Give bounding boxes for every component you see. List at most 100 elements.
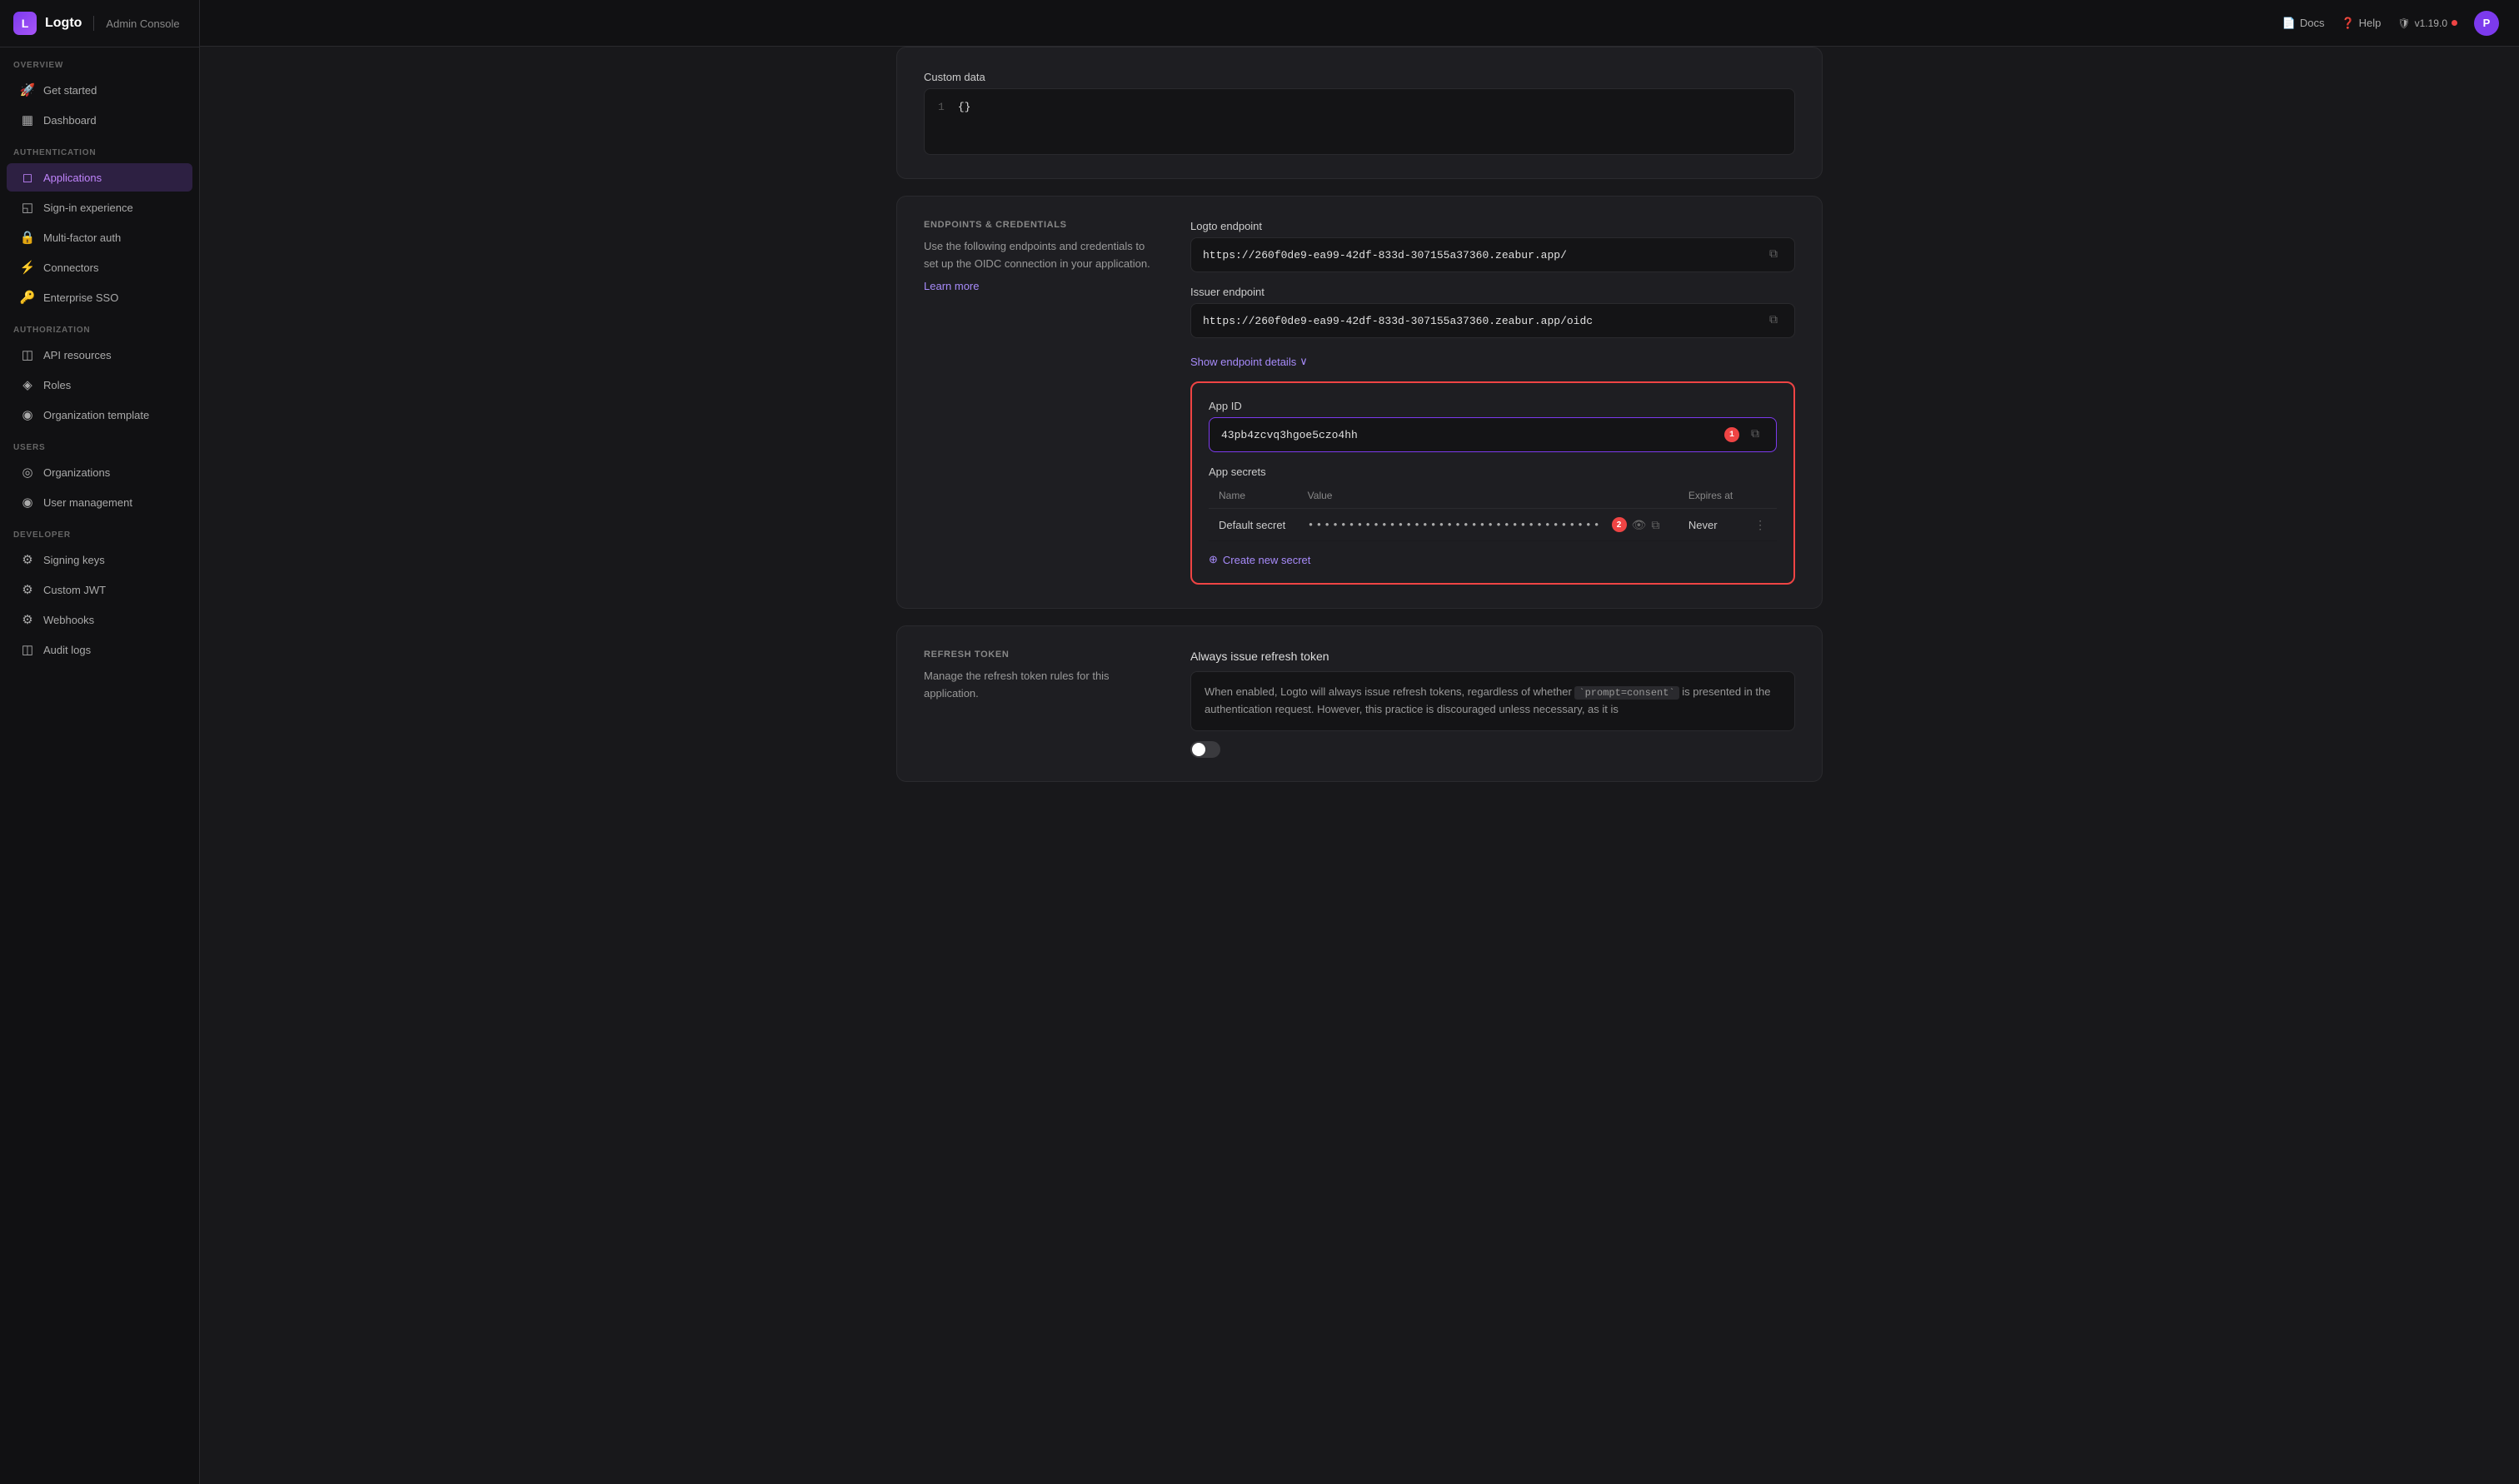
endpoints-description: ENDPOINTS & CREDENTIALS Use the followin… [924, 220, 1157, 585]
docs-label: Docs [2300, 17, 2325, 29]
sidebar-item-user-management[interactable]: ◉ User management [7, 488, 192, 516]
sidebar-item-label: Organizations [43, 466, 110, 479]
secret-value-cell: •••••••••••••••••••••••••••••••••••• 2 👁… [1298, 509, 1679, 541]
sidebar-item-applications[interactable]: ◻ Applications [7, 163, 192, 192]
content-inner: Custom data 1 {} ENDPOINTS & CREDENTIALS… [876, 47, 1843, 832]
sidebar-item-connectors[interactable]: ⚡ Connectors [7, 253, 192, 281]
app-id-value: 43pb4zcvq3hgoe5czo4hh [1221, 429, 1358, 441]
create-new-secret-button[interactable]: ⊕ Create new secret [1209, 553, 1777, 566]
help-button[interactable]: ❓ Help [2341, 17, 2381, 30]
app-secrets-section: App secrets Name Value Expires at [1209, 466, 1777, 566]
logto-endpoint-value: https://260f0de9-ea99-42df-833d-307155a3… [1203, 249, 1567, 261]
refresh-layout: REFRESH TOKEN Manage the refresh token r… [924, 650, 1795, 758]
secret-name: Default secret [1209, 509, 1298, 541]
docs-button[interactable]: 📄 Docs [2282, 17, 2325, 30]
mfa-icon: 🔒 [20, 230, 35, 245]
endpoints-layout: ENDPOINTS & CREDENTIALS Use the followin… [924, 220, 1795, 585]
sidebar-item-label: Custom JWT [43, 584, 106, 596]
sidebar-item-label: Dashboard [43, 114, 97, 127]
always-issue-toggle[interactable] [1190, 741, 1220, 758]
endpoints-section-title: ENDPOINTS & CREDENTIALS [924, 220, 1157, 230]
sidebar-item-get-started[interactable]: 🚀 Get started [7, 76, 192, 104]
sidebar-item-webhooks[interactable]: ⚙ Webhooks [7, 605, 192, 634]
sidebar-item-organizations[interactable]: ◎ Organizations [7, 458, 192, 486]
refresh-fields: Always issue refresh token When enabled,… [1190, 650, 1795, 758]
secret-menu-button[interactable]: ⋮ [1754, 518, 1766, 531]
console-label: Admin Console [106, 17, 179, 30]
sidebar-item-roles[interactable]: ◈ Roles [7, 371, 192, 399]
issuer-endpoint-label: Issuer endpoint [1190, 286, 1795, 298]
webhooks-icon: ⚙ [20, 612, 35, 627]
col-expires: Expires at [1679, 483, 1744, 509]
sidebar: L Logto Admin Console OVERVIEW 🚀 Get sta… [0, 0, 200, 1484]
show-endpoint-details-button[interactable]: Show endpoint details ∨ [1190, 355, 1795, 368]
enterprise-sso-icon: 🔑 [20, 290, 35, 305]
secrets-table: Name Value Expires at Default s [1209, 483, 1777, 541]
sidebar-item-custom-jwt[interactable]: ⚙ Custom JWT [7, 575, 192, 604]
sidebar-item-label: Connectors [43, 261, 98, 274]
table-row: Default secret •••••••••••••••••••••••••… [1209, 509, 1777, 541]
code-editor[interactable]: 1 {} [924, 88, 1795, 155]
organizations-icon: ◎ [20, 465, 35, 480]
sidebar-item-mfa[interactable]: 🔒 Multi-factor auth [7, 223, 192, 251]
logto-endpoint-field: Logto endpoint https://260f0de9-ea99-42d… [1190, 220, 1795, 272]
avatar[interactable]: P [2474, 11, 2499, 36]
audit-logs-icon: ◫ [20, 642, 35, 657]
sidebar-item-label: Get started [43, 84, 97, 97]
sidebar-item-sign-in[interactable]: ◱ Sign-in experience [7, 193, 192, 222]
org-template-icon: ◉ [20, 407, 35, 422]
sidebar-item-label: Applications [43, 172, 102, 184]
connectors-icon: ⚡ [20, 260, 35, 275]
sidebar-item-org-template[interactable]: ◉ Organization template [7, 401, 192, 429]
copy-issuer-endpoint-button[interactable]: ⧉ [1764, 312, 1783, 329]
reveal-secret-button[interactable]: 👁 [1632, 518, 1647, 532]
secret-expires: Never [1679, 509, 1744, 541]
sidebar-item-label: User management [43, 496, 132, 509]
sidebar-item-enterprise-sso[interactable]: 🔑 Enterprise SSO [7, 283, 192, 311]
plus-icon: ⊕ [1209, 553, 1218, 566]
sidebar-item-api-resources[interactable]: ◫ API resources [7, 341, 192, 369]
logo-icon: L [13, 12, 37, 35]
copy-secret-button[interactable]: ⧉ [1651, 518, 1659, 532]
sidebar-item-signing-keys[interactable]: ⚙ Signing keys [7, 545, 192, 574]
app-secrets-label: App secrets [1209, 466, 1777, 478]
app-id-input: 43pb4zcvq3hgoe5czo4hh 1 ⧉ [1209, 417, 1777, 452]
main-area: 📄 Docs ❓ Help 🛡 v1.19.0 P Custom data 1 … [200, 0, 2519, 1484]
sidebar-item-dashboard[interactable]: ▦ Dashboard [7, 106, 192, 134]
version-icon: 🛡 [2397, 17, 2410, 29]
learn-more-link[interactable]: Learn more [924, 280, 1157, 292]
dev-section-label: DEVELOPER [0, 517, 199, 545]
topbar: 📄 Docs ❓ Help 🛡 v1.19.0 P [200, 0, 2519, 47]
overview-section-label: OVERVIEW [0, 47, 199, 75]
sidebar-item-audit-logs[interactable]: ◫ Audit logs [7, 635, 192, 664]
toggle-row [1190, 741, 1795, 758]
dashboard-icon: ▦ [20, 112, 35, 127]
toggle-dot [1192, 743, 1205, 756]
signing-keys-icon: ⚙ [20, 552, 35, 567]
update-dot [2452, 20, 2457, 26]
auth-section-label: AUTHENTICATION [0, 135, 199, 162]
col-name: Name [1209, 483, 1298, 509]
secrets-table-header: Name Value Expires at [1209, 483, 1777, 509]
copy-app-id-button[interactable]: ⧉ [1746, 426, 1764, 443]
app-id-label: App ID [1209, 400, 1777, 412]
user-management-icon: ◉ [20, 495, 35, 510]
sidebar-item-label: Enterprise SSO [43, 291, 118, 304]
col-value: Value [1298, 483, 1679, 509]
version-badge: 🛡 v1.19.0 [2397, 17, 2457, 29]
sidebar-item-label: Signing keys [43, 554, 105, 566]
sidebar-item-label: API resources [43, 349, 112, 361]
credentials-box: App ID 43pb4zcvq3hgoe5czo4hh 1 ⧉ [1190, 381, 1795, 585]
sidebar-item-label: Organization template [43, 409, 149, 421]
code-snippet: `prompt=consent` [1574, 686, 1679, 700]
issuer-endpoint-input: https://260f0de9-ea99-42df-833d-307155a3… [1190, 303, 1795, 338]
sign-in-icon: ◱ [20, 200, 35, 215]
copy-logto-endpoint-button[interactable]: ⧉ [1764, 247, 1783, 263]
always-issue-description: When enabled, Logto will always issue re… [1190, 671, 1795, 731]
sidebar-item-label: Multi-factor auth [43, 232, 121, 244]
authz-section-label: AUTHORIZATION [0, 312, 199, 340]
refresh-token-card: REFRESH TOKEN Manage the refresh token r… [896, 625, 1823, 782]
app-id-field: App ID 43pb4zcvq3hgoe5czo4hh 1 ⧉ [1209, 400, 1777, 452]
refresh-section-title: REFRESH TOKEN [924, 650, 1157, 660]
sidebar-item-label: Sign-in experience [43, 202, 133, 214]
